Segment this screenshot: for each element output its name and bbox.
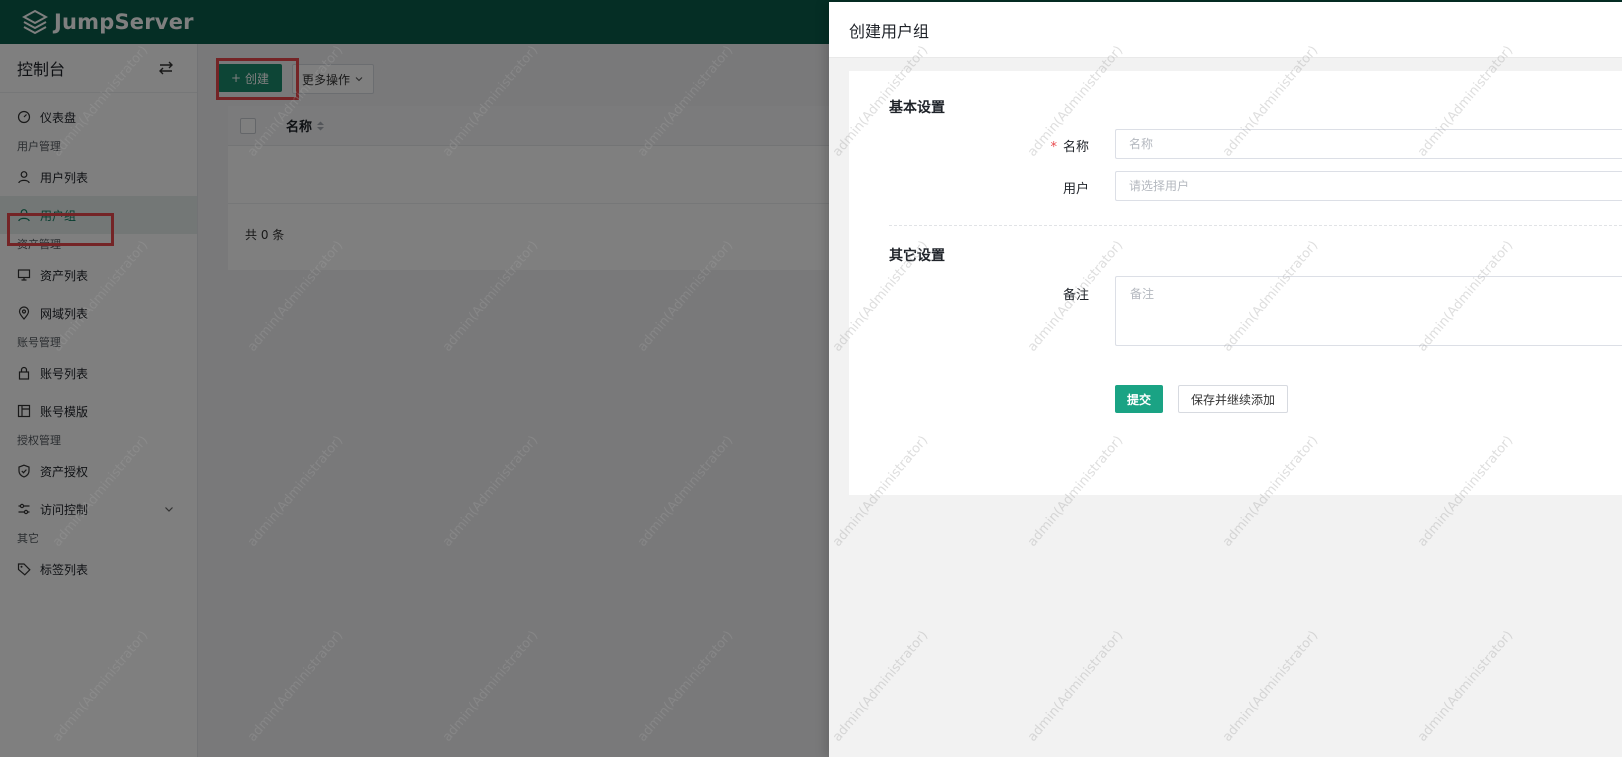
name-label: * 名称 — [969, 136, 1089, 155]
save-and-continue-button[interactable]: 保存并继续添加 — [1178, 385, 1288, 413]
required-marker: * — [1050, 140, 1057, 155]
drawer-title: 创建用户组 — [829, 2, 1622, 58]
comment-label: 备注 — [1062, 288, 1089, 303]
basic-settings-title: 基本设置 — [889, 100, 945, 116]
user-group-form: 基本设置 * 名称 名称 用户 请选择用户 其它设置 备注 备注 提交 保存并继续… — [849, 71, 1622, 495]
create-user-group-drawer: 创建用户组 基本设置 * 名称 名称 用户 请选择用户 其它设置 备注 备注 提交… — [829, 2, 1622, 757]
comment-textarea[interactable]: 备注 — [1115, 276, 1622, 346]
submit-button[interactable]: 提交 — [1115, 385, 1163, 413]
other-settings-title: 其它设置 — [889, 248, 945, 264]
section-divider — [889, 225, 1622, 226]
name-label-text: 名称 — [1062, 140, 1089, 155]
name-input[interactable]: 名称 — [1115, 129, 1622, 159]
users-label: 用户 — [1062, 182, 1089, 197]
users-select[interactable]: 请选择用户 — [1115, 171, 1622, 201]
